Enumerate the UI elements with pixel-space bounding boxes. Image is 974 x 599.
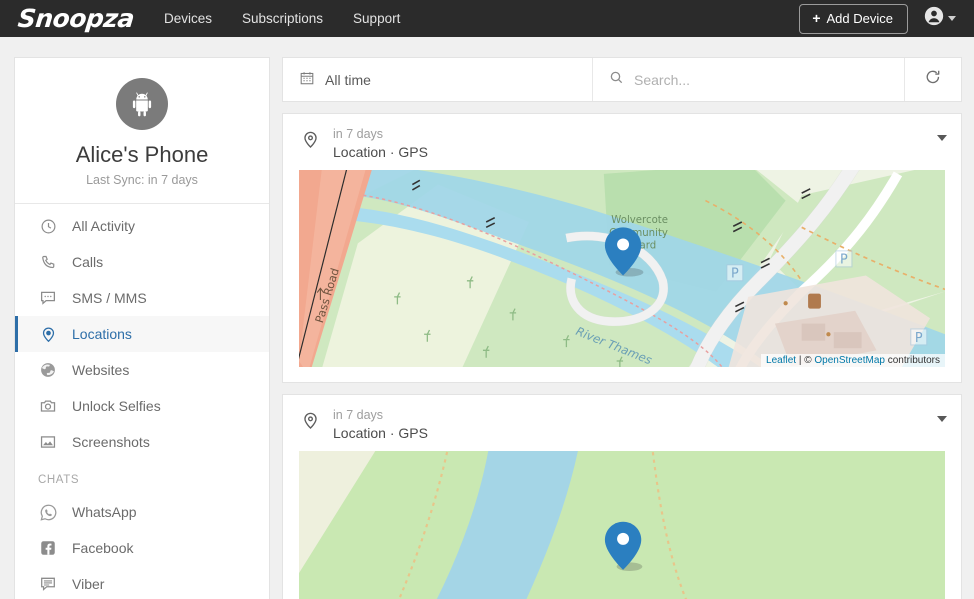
- sidebar-item-label: Locations: [72, 326, 132, 342]
- globe-icon: [38, 360, 58, 380]
- sidebar-item-unlock-selfies[interactable]: Unlock Selfies: [15, 388, 269, 424]
- chat-bubble-icon: [38, 288, 58, 308]
- sidebar-item-label: WhatsApp: [72, 504, 137, 520]
- entry-header: in 7 days Location · GPS: [283, 114, 961, 170]
- svg-text:P: P: [840, 252, 848, 267]
- viber-icon: [38, 574, 58, 594]
- entry-meta: in 7 days Location · GPS: [333, 126, 925, 162]
- search-input[interactable]: [634, 71, 888, 88]
- sidebar-item-label: SMS / MMS: [72, 290, 147, 306]
- device-name: Alice's Phone: [75, 142, 209, 167]
- map-view[interactable]: P P P Pass Road Wolvercote Community Riv…: [299, 169, 945, 367]
- clock-icon: [38, 216, 58, 236]
- search-container: [593, 58, 905, 101]
- chevron-down-icon[interactable]: [937, 415, 947, 422]
- device-last-sync: Last Sync: in 7 days: [86, 173, 198, 187]
- map-attribution: Leaflet | © OpenStreetMap contributors: [761, 353, 945, 367]
- sidebar-item-label: Unlock Selfies: [72, 398, 161, 414]
- openstreetmap-link[interactable]: OpenStreetMap: [814, 355, 885, 366]
- sidebar-item-label: Screenshots: [72, 434, 150, 450]
- sidebar-item-sms-mms[interactable]: SMS / MMS: [15, 280, 269, 316]
- calendar-icon: [299, 70, 315, 89]
- location-entries-list: in 7 days Location · GPS P P P Pass Road…: [282, 113, 962, 599]
- map-pin-outline-icon: [299, 126, 321, 149]
- map-pin-outline-icon: [299, 407, 321, 430]
- entry-time: in 7 days: [333, 407, 384, 422]
- entry-type: Location · GPS: [333, 424, 428, 441]
- nav-item-support[interactable]: Support: [353, 11, 400, 26]
- nav-item-devices[interactable]: Devices: [164, 11, 212, 26]
- refresh-button[interactable]: [905, 58, 961, 101]
- date-filter-button[interactable]: All time: [283, 58, 593, 101]
- sidebar-item-locations[interactable]: Locations: [15, 316, 269, 352]
- add-device-button[interactable]: + Add Device: [799, 3, 908, 34]
- attribution-copyright: ©: [804, 354, 815, 366]
- chevron-down-icon[interactable]: [937, 135, 947, 141]
- account-menu[interactable]: [924, 6, 960, 31]
- top-header: Snoopza Devices Subscriptions Support + …: [0, 0, 974, 37]
- sidebar-item-websites[interactable]: Websites: [15, 352, 269, 388]
- sidebar-item-all-activity[interactable]: All Activity: [15, 208, 269, 244]
- location-entry-card: in 7 days Location · GPS: [282, 393, 962, 599]
- map-view[interactable]: [299, 450, 945, 599]
- search-icon: [609, 70, 624, 90]
- sidebar-item-label: All Activity: [72, 218, 136, 234]
- sidebar-section-chats: CHATS: [38, 474, 80, 486]
- leaflet-link[interactable]: Leaflet: [766, 355, 796, 366]
- sidebar-nav-list: All Activity Calls SMS / MMS Locations W…: [15, 204, 269, 599]
- android-robot-icon: [116, 78, 168, 130]
- account-circle-icon: [924, 6, 944, 31]
- brand-logo[interactable]: Snoopza: [16, 4, 135, 33]
- entry-meta: in 7 days Location · GPS: [333, 407, 925, 443]
- sidebar-item-viber[interactable]: Viber: [15, 566, 269, 599]
- location-entry-card: in 7 days Location · GPS: [282, 113, 962, 383]
- whatsapp-icon: [38, 502, 58, 522]
- sidebar-item-whatsapp[interactable]: WhatsApp: [15, 494, 269, 530]
- map-canvas: [299, 450, 945, 599]
- add-device-label: Add Device: [826, 10, 893, 26]
- sidebar-item-label: Facebook: [72, 540, 134, 556]
- map-canvas: P P P Pass Road Wolvercote Community Riv…: [299, 169, 945, 367]
- svg-text:P: P: [915, 331, 923, 346]
- map-pin-icon: [38, 324, 58, 344]
- entry-header: in 7 days Location · GPS: [283, 395, 961, 451]
- entry-type: Location · GPS: [333, 143, 428, 160]
- entry-time: in 7 days: [333, 127, 384, 141]
- sidebar-item-facebook[interactable]: Facebook: [15, 530, 269, 566]
- attribution-separator: |: [796, 354, 805, 366]
- date-filter-label: All time: [325, 71, 371, 88]
- sidebar-item-calls[interactable]: Calls: [15, 244, 269, 280]
- main-nav: Devices Subscriptions Support: [164, 11, 400, 26]
- facebook-icon: [38, 538, 58, 558]
- sidebar-item-screenshots[interactable]: Screenshots: [15, 424, 269, 460]
- plus-icon: +: [812, 10, 821, 26]
- main-content: All time Search... in 7 days Location · …: [282, 57, 962, 599]
- device-summary: Alice's Phone Last Sync: in 7 days: [15, 58, 269, 204]
- content-toolbar: All time: [282, 57, 962, 102]
- sidebar: Alice's Phone Last Sync: in 7 days All A…: [14, 57, 270, 599]
- header-right-group: + Add Device: [799, 3, 960, 34]
- sidebar-item-label: Viber: [72, 576, 105, 592]
- image-icon: [38, 432, 58, 452]
- sidebar-item-label: Calls: [72, 254, 104, 270]
- svg-text:P: P: [731, 266, 739, 281]
- refresh-icon: [924, 68, 942, 91]
- phone-icon: [38, 252, 58, 272]
- camera-icon: [38, 396, 58, 416]
- chevron-down-icon: [948, 16, 956, 21]
- sidebar-item-label: Websites: [72, 362, 130, 378]
- attribution-suffix: contributors: [884, 354, 940, 366]
- nav-item-subscriptions[interactable]: Subscriptions: [242, 11, 323, 26]
